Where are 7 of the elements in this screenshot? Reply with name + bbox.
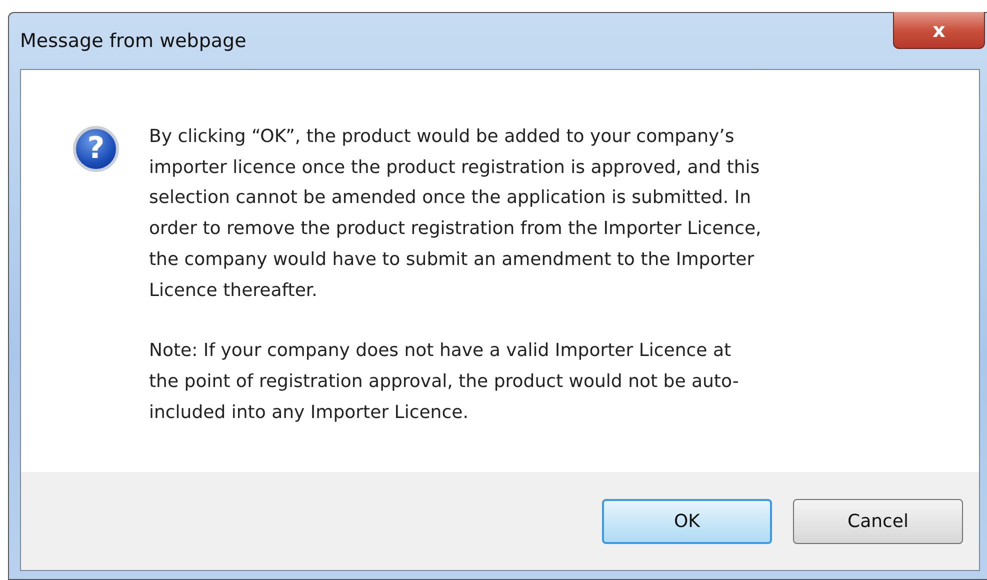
dialog-button[interactable]: Cancel — [793, 498, 963, 544]
close-button[interactable]: x — [893, 12, 985, 49]
message-text: By clicking “OK”, the product would be added to your company’s importer licence once the product registration is approved, and this selection cannot be amended once the application is submitted. In order to remove the product registration from the Importer Licence, the company would have to submit an amendment to the Importer Licence thereafter. — [149, 125, 762, 303]
dialog-button[interactable]: OK — [602, 498, 772, 544]
window-title: Message from webpage — [20, 28, 246, 54]
question-icon: ? — [73, 126, 119, 172]
message-text: Note: If your company does not have a valid Importer Licence at the point of registration approval, the product would not be auto-included into any Importer Licence. — [149, 339, 740, 425]
